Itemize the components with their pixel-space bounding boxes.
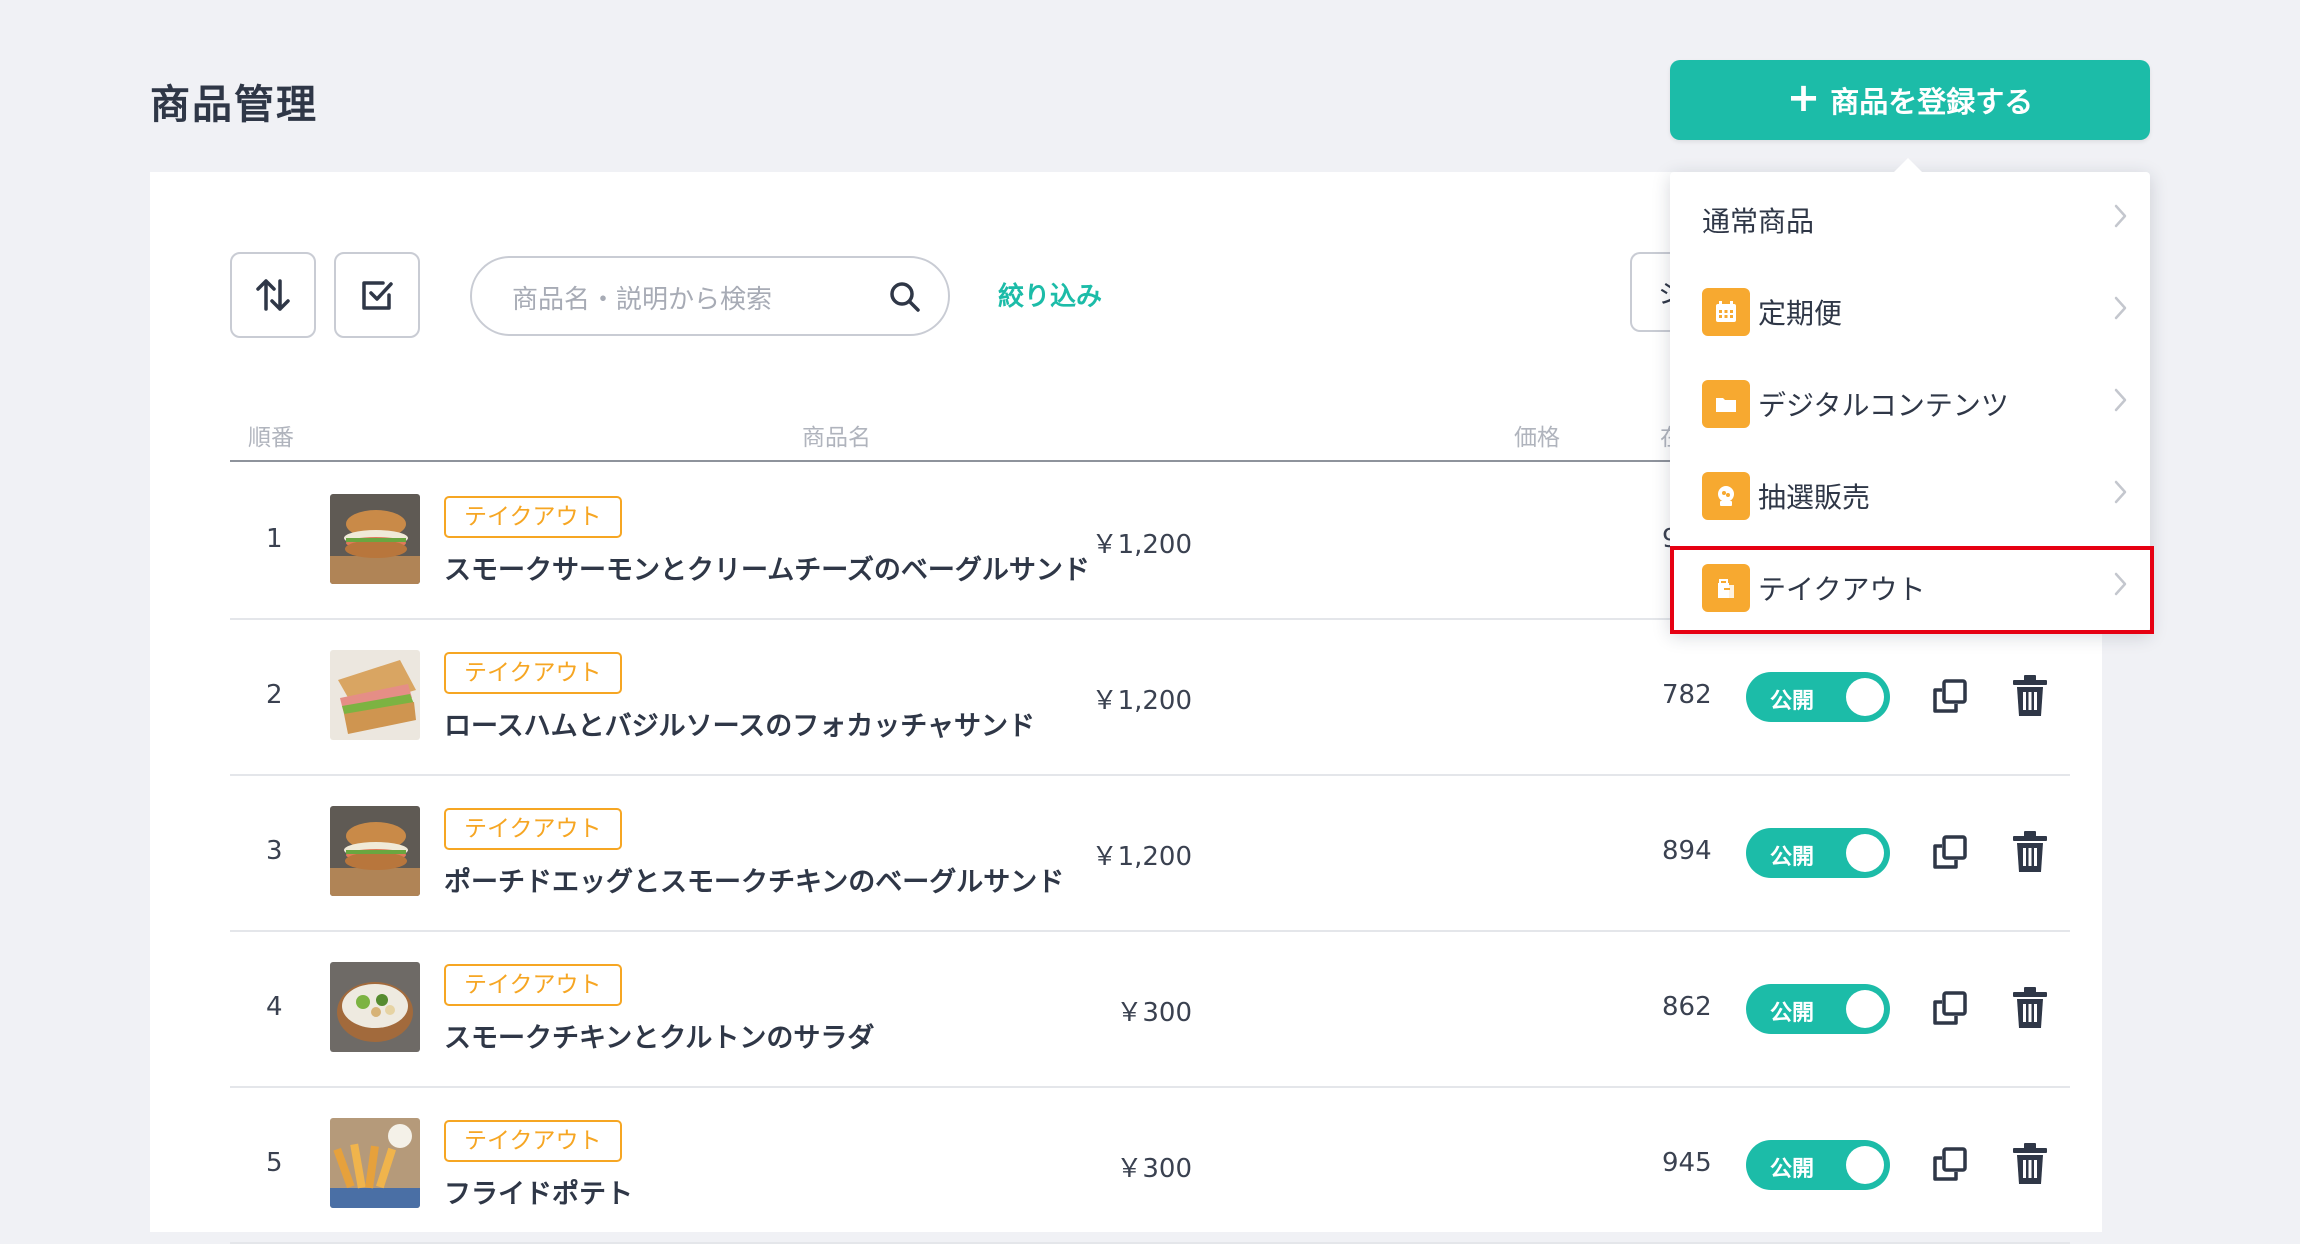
toggle-knob (1846, 1146, 1884, 1184)
row-order-number: 2 (266, 680, 283, 710)
copy-icon[interactable] (1930, 1144, 1970, 1184)
publish-status-label: 公開 (1770, 845, 1815, 870)
chevron-right-icon (2114, 296, 2127, 320)
checkbox-icon (362, 281, 393, 310)
dropdown-item[interactable]: 通常商品 (1670, 172, 2150, 264)
takeout-badge: テイクアウト (444, 808, 622, 850)
table-row[interactable]: 5 テイクアウト フライドポテト ￥300 945 公開 (230, 1086, 2070, 1244)
dropdown-item[interactable]: デジタルコンテンツ (1670, 356, 2150, 448)
product-stock: 945 (1662, 1148, 1712, 1178)
product-thumbnail (330, 1118, 420, 1208)
takeout-bag-icon (1702, 564, 1750, 612)
plus-icon: + (1786, 75, 1821, 121)
product-name[interactable]: ロースハムとバジルソースのフォカッチャサンド (444, 704, 1035, 743)
lottery-icon (1702, 472, 1750, 520)
copy-icon[interactable] (1930, 832, 1970, 872)
dropdown-item-label: 通常商品 (1702, 205, 1815, 238)
product-stock: 782 (1662, 680, 1712, 710)
takeout-badge: テイクアウト (444, 496, 622, 538)
row-order-number: 4 (266, 992, 283, 1022)
register-type-dropdown: 通常商品定期便デジタルコンテンツ 抽選販売テイクアウト (1670, 158, 2150, 632)
product-stock: 862 (1662, 992, 1712, 1022)
col-header-name: 商品名 (802, 425, 871, 451)
dropdown-item[interactable]: 定期便 (1670, 264, 2150, 356)
dropdown-item-label: テイクアウト (1758, 573, 1926, 606)
product-price: ￥1,200 (1091, 686, 1192, 716)
copy-icon[interactable] (1930, 676, 1970, 716)
product-thumbnail (330, 806, 420, 896)
search-icon[interactable] (888, 280, 922, 314)
trash-icon[interactable] (2010, 1142, 2050, 1186)
publish-toggle[interactable]: 公開 (1746, 828, 1890, 878)
row-order-number: 5 (266, 1148, 283, 1178)
product-name[interactable]: スモークサーモンとクリームチーズのベーグルサンド (444, 548, 1090, 587)
table-row[interactable]: 2 テイクアウトロースハムとバジルソースのフォカッチャサンド ￥1,200 782 公開 (230, 618, 2070, 776)
row-order-number: 3 (266, 836, 283, 866)
table-row[interactable]: 4 テイクアウトスモークチキンとクルトンのサラダ ￥300 862 公開 (230, 930, 2070, 1088)
publish-status-label: 公開 (1770, 689, 1815, 714)
product-thumbnail (330, 962, 420, 1052)
calendar-icon (1702, 288, 1750, 336)
chevron-right-icon (2114, 204, 2127, 228)
sort-button[interactable] (230, 252, 316, 338)
row-order-number: 1 (266, 524, 283, 554)
search-input[interactable]: 商品名・説明から検索 (470, 256, 950, 336)
dropdown-item-label: 抽選販売 (1758, 481, 1871, 514)
product-name[interactable]: フライドポテト (444, 1172, 633, 1211)
trash-icon[interactable] (2010, 830, 2050, 874)
takeout-badge: テイクアウト (444, 652, 622, 694)
dropdown-item[interactable]: 抽選販売 (1670, 448, 2150, 540)
toggle-knob (1846, 990, 1884, 1028)
publish-toggle[interactable]: 公開 (1746, 672, 1890, 722)
table-row[interactable]: 3 テイクアウトポーチドエッグとスモークチキンのベーグルサンド ￥1,200 894 公… (230, 774, 2070, 932)
chevron-right-icon (2114, 388, 2127, 412)
product-price: ￥300 (1116, 1154, 1192, 1184)
col-header-order: 順番 (248, 425, 294, 451)
product-thumbnail (330, 650, 420, 740)
dropdown-item-label: 定期便 (1758, 297, 1843, 330)
dropdown-caret (1894, 158, 1922, 172)
product-price: ￥1,200 (1091, 842, 1192, 872)
toggle-knob (1846, 678, 1884, 716)
publish-status-label: 公開 (1770, 1157, 1815, 1182)
product-name[interactable]: スモークチキンとクルトンのサラダ (444, 1016, 874, 1055)
toggle-knob (1846, 834, 1884, 872)
takeout-badge: テイクアウト (444, 1120, 622, 1162)
page-title: 商品管理 (150, 82, 318, 128)
publish-toggle[interactable]: 公開 (1746, 984, 1890, 1034)
sort-arrows-icon (256, 279, 290, 311)
copy-icon[interactable] (1930, 988, 1970, 1028)
publish-status-label: 公開 (1770, 1001, 1815, 1026)
product-price: ￥1,200 (1091, 530, 1192, 560)
trash-icon[interactable] (2010, 674, 2050, 718)
trash-icon[interactable] (2010, 986, 2050, 1030)
product-name[interactable]: ポーチドエッグとスモークチキンのベーグルサンド (444, 860, 1064, 899)
add-product-button[interactable]: + 商品を登録する (1670, 60, 2150, 140)
chevron-right-icon (2114, 480, 2127, 504)
col-header-price: 価格 (1514, 425, 1560, 451)
folder-icon (1702, 380, 1750, 428)
product-price: ￥300 (1116, 998, 1192, 1028)
publish-toggle[interactable]: 公開 (1746, 1140, 1890, 1190)
chevron-right-icon (2114, 572, 2127, 596)
add-product-label: 商品を登録する (1830, 85, 2034, 119)
product-thumbnail (330, 494, 420, 584)
search-placeholder: 商品名・説明から検索 (512, 285, 773, 315)
dropdown-item-label: デジタルコンテンツ (1758, 389, 2009, 422)
dropdown-item[interactable]: テイクアウト (1670, 540, 2150, 632)
filter-link[interactable]: 絞り込み (998, 276, 1102, 313)
takeout-badge: テイクアウト (444, 964, 622, 1006)
select-mode-button[interactable] (334, 252, 420, 338)
product-stock: 894 (1662, 836, 1712, 866)
